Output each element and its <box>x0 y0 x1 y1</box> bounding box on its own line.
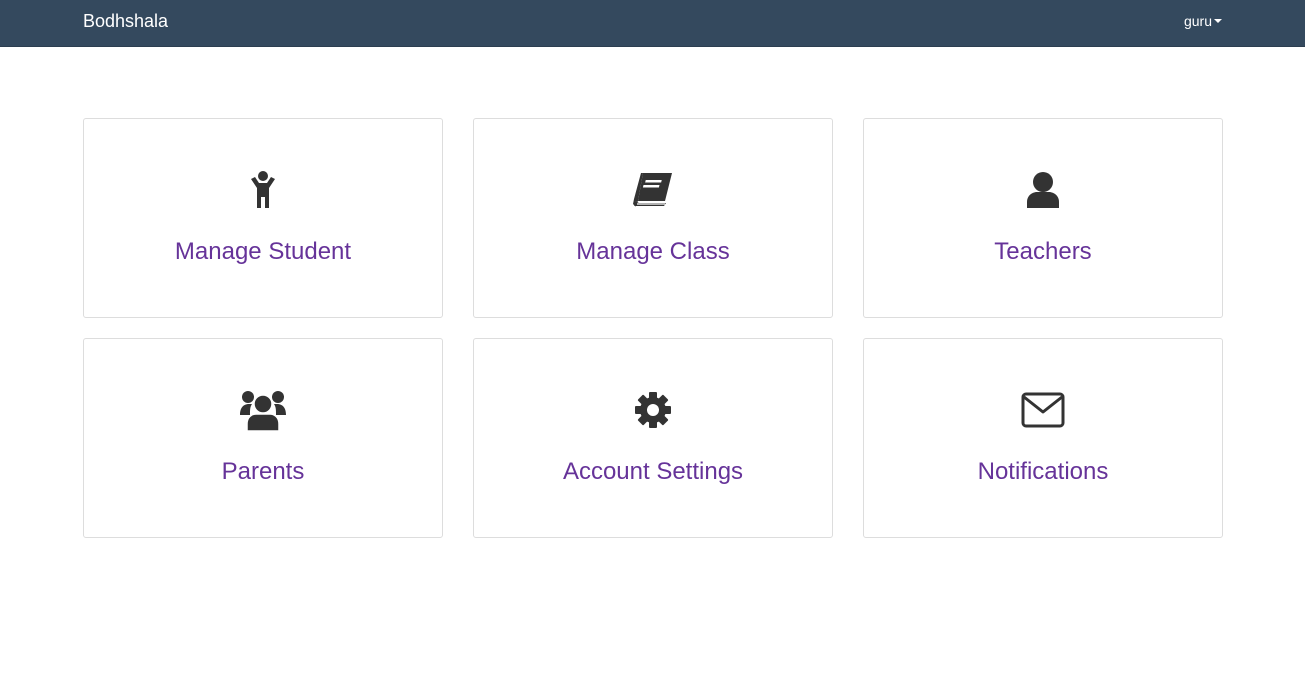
child-icon <box>84 167 442 213</box>
tile-label: Manage Student <box>174 238 352 265</box>
users-icon <box>84 387 442 433</box>
tile-label: Account Settings <box>562 458 744 485</box>
tile-label: Teachers <box>994 238 1092 265</box>
tile-manage-student[interactable]: Manage Student <box>83 118 443 318</box>
tile-label: Notifications <box>977 458 1109 485</box>
dashboard-grid: Manage Student Manage Class Teachers Par… <box>83 118 1223 538</box>
tile-label: Parents <box>221 458 305 485</box>
gear-icon <box>474 387 832 433</box>
caret-down-icon <box>1214 19 1222 23</box>
user-dropdown[interactable]: guru <box>1184 13 1222 29</box>
tile-manage-class[interactable]: Manage Class <box>473 118 833 318</box>
user-name: guru <box>1183 13 1212 29</box>
user-icon <box>864 167 1222 213</box>
top-navbar: Bodhshala guru <box>0 0 1305 47</box>
tile-parents[interactable]: Parents <box>83 338 443 538</box>
tile-teachers[interactable]: Teachers <box>863 118 1223 318</box>
tile-label: Manage Class <box>576 238 730 265</box>
tile-account-settings[interactable]: Account Settings <box>473 338 833 538</box>
brand-link[interactable]: Bodhshala <box>83 11 168 31</box>
envelope-icon <box>864 387 1222 433</box>
book-icon <box>474 167 832 213</box>
tile-notifications[interactable]: Notifications <box>863 338 1223 538</box>
